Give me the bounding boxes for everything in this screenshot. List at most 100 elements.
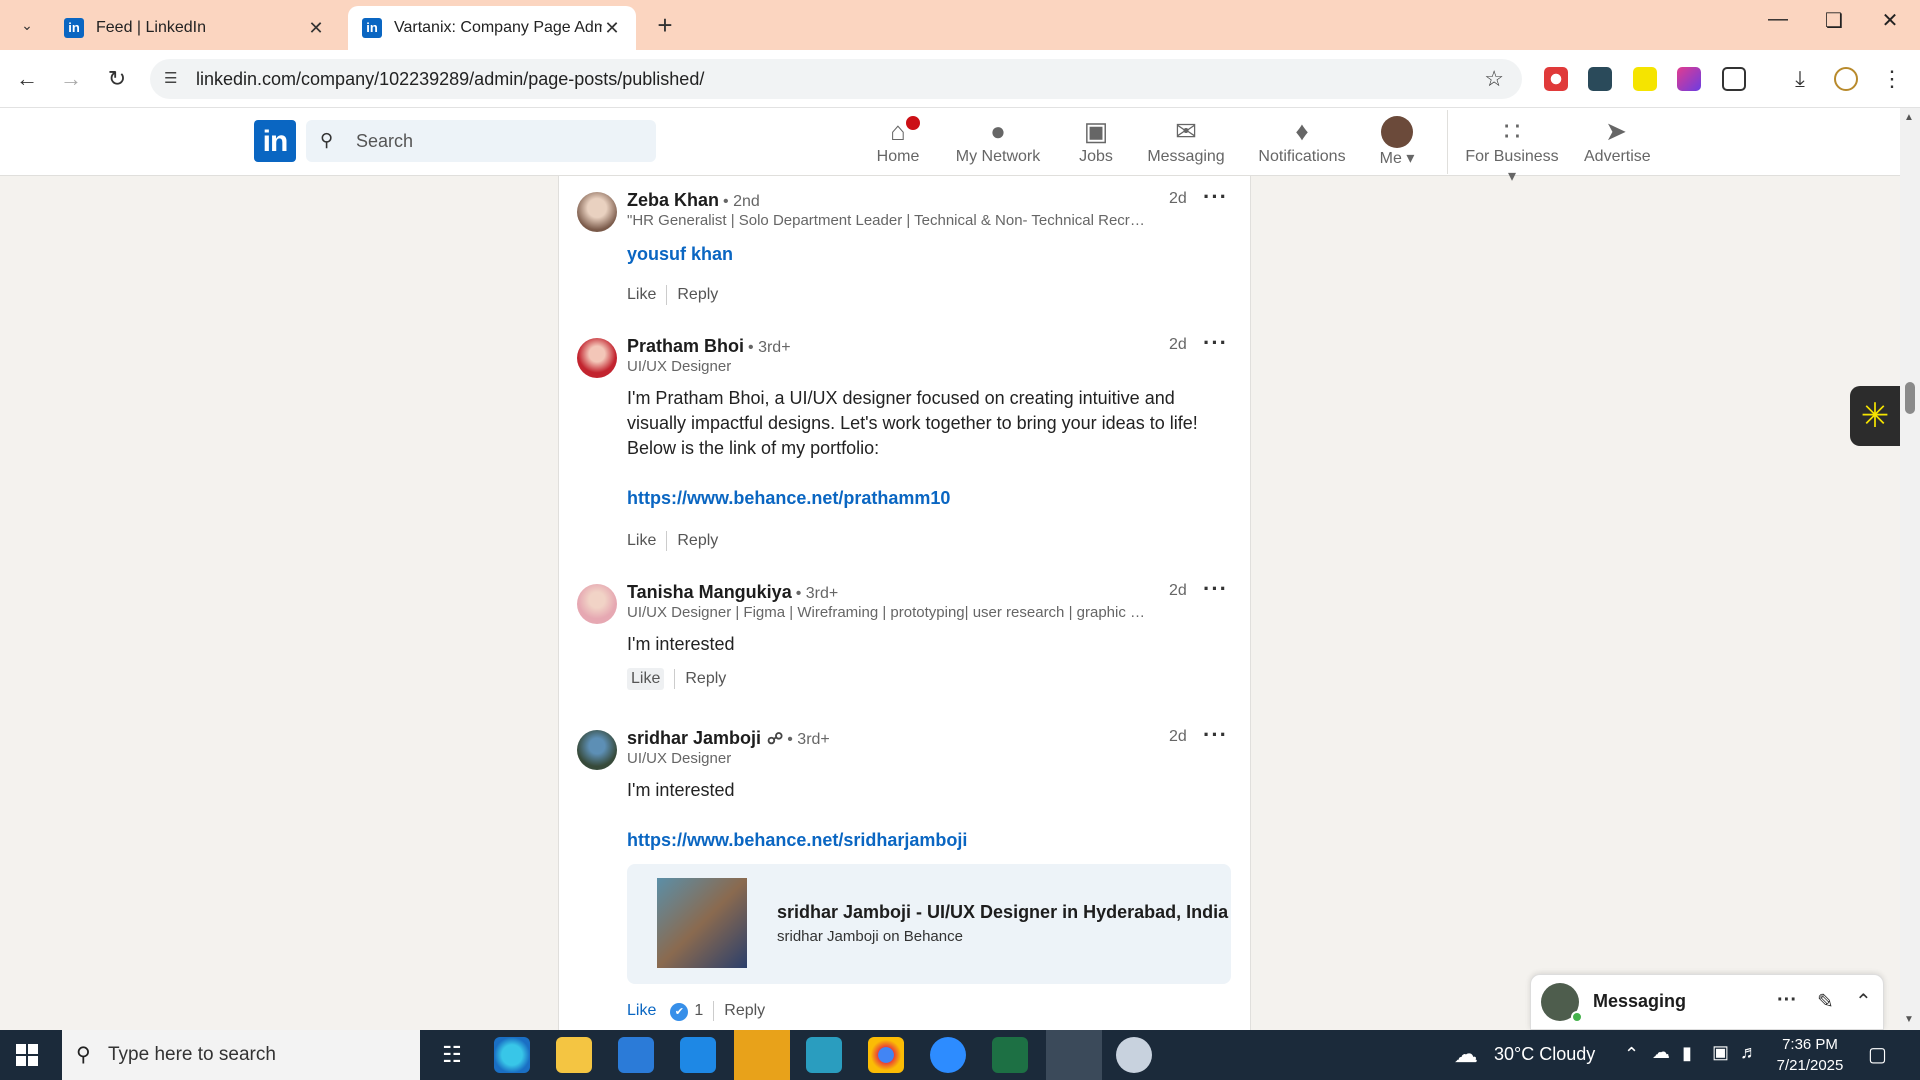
reply-button[interactable]: Reply [724,1000,765,1022]
tab-close-icon[interactable]: ✕ [602,18,622,39]
extension-icon[interactable] [1588,67,1612,91]
forward-arrow-icon[interactable]: → [56,64,86,94]
taskbar-search[interactable]: ⚲ Type here to search [62,1030,420,1080]
taskbar-clock[interactable]: 7:36 PM 7/21/2025 [1760,1034,1860,1076]
nav-notifications[interactable]: ♦ Notifications [1252,114,1352,174]
taskbar-search-placeholder: Type here to search [108,1044,276,1065]
connection-degree: • 3rd+ [795,585,839,602]
onedrive-cloud-icon[interactable]: ☁ [1652,1042,1670,1063]
tab-close-icon[interactable]: ✕ [306,18,326,39]
link-preview-card[interactable]: sridhar Jamboji - UI/UX Designer in Hyde… [627,864,1231,984]
store-icon[interactable] [618,1037,654,1073]
site-info-icon[interactable]: ☰ [164,69,184,89]
nav-jobs[interactable]: ▣ Jobs [1076,114,1116,174]
chevron-up-icon[interactable]: ⌃ [1624,1044,1639,1065]
messaging-overlay[interactable]: Messaging ··· ✎ ⌃ [1530,974,1884,1030]
back-arrow-icon[interactable]: ← [12,64,42,94]
profile-icon[interactable] [1834,67,1858,91]
avatar[interactable] [577,192,617,232]
portfolio-link[interactable]: https://www.behance.net/prathamm10 [627,488,950,508]
sparkle-assistant-icon[interactable]: ✳ [1850,386,1900,446]
more-options-icon[interactable]: ··· [1777,989,1797,1012]
edge-browser-icon[interactable] [494,1037,530,1073]
chrome-active-icon[interactable] [1046,1030,1102,1080]
page-scrollbar[interactable]: ▲ ▼ [1900,108,1920,1030]
nav-me[interactable]: Me ▾ [1370,114,1424,174]
scrollbar-thumb[interactable] [1905,382,1915,414]
download-icon[interactable]: ⤓ [1788,67,1812,91]
avatar[interactable] [577,338,617,378]
reply-button[interactable]: Reply [677,530,718,552]
paint-icon[interactable] [1116,1037,1152,1073]
divider [713,1001,715,1021]
reply-button[interactable]: Reply [685,668,726,690]
more-options-icon[interactable]: ··· [1203,576,1228,602]
app-icon[interactable] [806,1037,842,1073]
commenter-name[interactable]: Tanisha Mangukiya [627,582,792,602]
more-options-icon[interactable]: ··· [1203,330,1228,356]
nav-my-network[interactable]: ● My Network [950,114,1046,174]
pokeball-extension-icon[interactable] [1544,67,1568,91]
search-input[interactable] [354,126,644,156]
sticky-notes-icon[interactable] [734,1030,790,1080]
chevron-up-icon[interactable]: ⌃ [1855,989,1872,1014]
like-button[interactable]: Like [627,1000,656,1022]
new-tab-plus-icon[interactable]: + [650,10,680,41]
like-button[interactable]: Like [627,530,656,552]
tab-search-chevron-icon[interactable]: ⌄ [14,12,40,38]
extensions-puzzle-icon[interactable] [1722,67,1746,91]
search-box[interactable]: ⚲ [306,120,656,162]
reload-icon[interactable]: ↻ [102,64,132,94]
browser-tab-strip: ⌄ in Feed | LinkedIn ✕ in Vartanix: Comp… [0,0,1920,50]
compose-icon[interactable]: ✎ [1817,989,1834,1014]
bookmark-star-icon[interactable]: ☆ [1484,66,1504,92]
mention-link[interactable]: yousuf khan [627,244,733,264]
restore-icon[interactable]: ❏ [1814,8,1854,33]
task-view-icon[interactable]: ☷ [434,1037,470,1073]
volume-icon[interactable]: ♬ [1740,1042,1758,1063]
commenter-name[interactable]: Pratham Bhoi [627,336,744,356]
more-options-icon[interactable]: ··· [1203,184,1228,210]
avatar[interactable] [577,730,617,770]
weather-cloud-icon[interactable]: ☁ [1454,1040,1478,1069]
url-text[interactable]: linkedin.com/company/102239289/admin/pag… [196,69,704,90]
chrome-icon[interactable] [868,1037,904,1073]
comment-body: I'm interested [627,634,735,654]
scroll-up-arrow-icon[interactable]: ▲ [1904,112,1914,123]
commenter-name[interactable]: Zeba Khan [627,190,719,210]
tab-vartanix-admin[interactable]: in Vartanix: Company Page Admin ✕ [348,6,636,50]
file-explorer-icon[interactable] [556,1037,592,1073]
reply-button[interactable]: Reply [677,284,718,306]
more-vertical-icon[interactable]: ⋮ [1880,67,1904,91]
action-center-icon[interactable]: ▢ [1868,1042,1887,1067]
nav-messaging[interactable]: ✉ Messaging [1144,114,1228,174]
people-icon: ● [990,116,1006,146]
battery-icon[interactable]: ▮ [1682,1043,1692,1064]
portfolio-link[interactable]: https://www.behance.net/sridharjamboji [627,830,967,850]
nav-advertise[interactable]: ➤ Advertise [1584,114,1651,174]
address-bar[interactable]: ☰ linkedin.com/company/102239289/admin/p… [150,59,1522,99]
more-options-icon[interactable]: ··· [1203,722,1228,748]
scroll-down-arrow-icon[interactable]: ▼ [1904,1014,1914,1025]
extension-icon[interactable] [1677,67,1701,91]
like-button[interactable]: Like [627,284,656,306]
avatar[interactable] [577,584,617,624]
verified-shield-icon: ☍ [767,731,784,748]
window-close-icon[interactable]: ✕ [1870,8,1910,33]
tab-feed-linkedin[interactable]: in Feed | LinkedIn ✕ [50,6,340,50]
commenter-name[interactable]: sridhar Jamboji [627,728,761,748]
weather-text[interactable]: 30°C Cloudy [1494,1044,1595,1065]
minimize-icon[interactable]: — [1758,8,1798,31]
reaction-count[interactable]: 1 [694,1002,703,1019]
excel-icon[interactable] [992,1037,1028,1073]
windows-start-icon[interactable] [16,1044,38,1066]
sparkle-extension-icon[interactable] [1633,67,1657,91]
like-button[interactable]: Like [627,668,665,690]
zoom-icon[interactable] [930,1037,966,1073]
linkedin-logo-icon[interactable]: in [254,120,296,162]
mail-icon[interactable] [680,1037,716,1073]
nav-for-business[interactable]: ∷ For Business ▾ [1462,114,1562,185]
network-icon[interactable]: ▣ [1712,1042,1729,1063]
nav-home[interactable]: ⌂ Home [870,114,926,174]
nav-divider [1447,110,1448,174]
